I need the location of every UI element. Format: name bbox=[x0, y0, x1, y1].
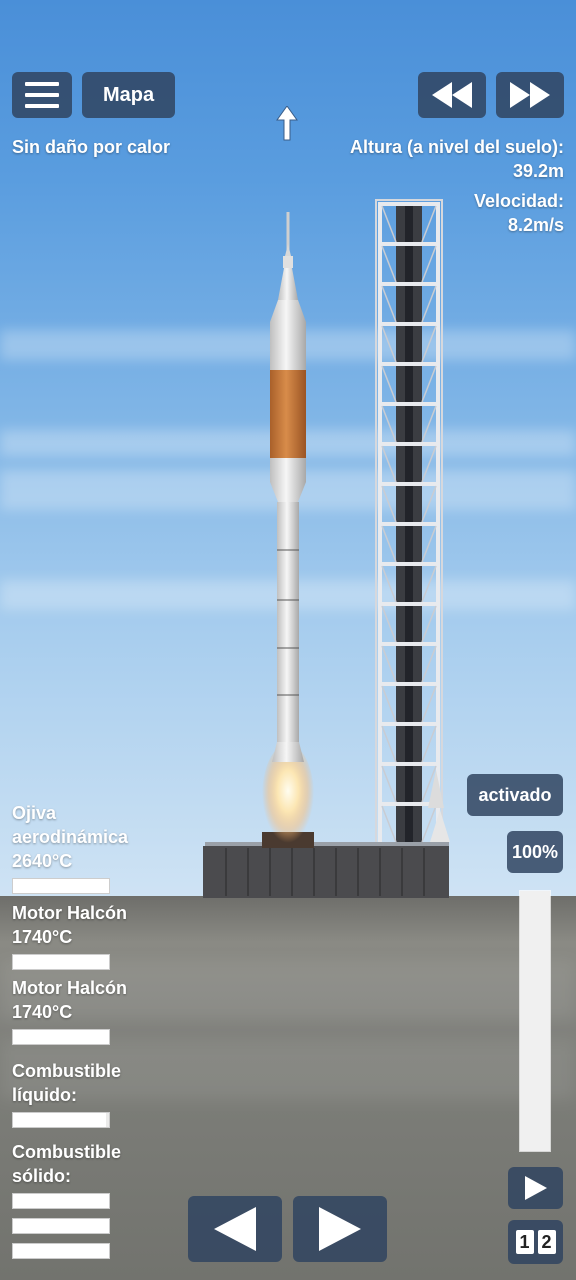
map-button[interactable]: Mapa bbox=[82, 72, 175, 118]
stage-selector-button[interactable]: 1 2 bbox=[508, 1220, 563, 1264]
activated-label: activado bbox=[478, 784, 552, 805]
liquid-fuel-label: líquido: bbox=[12, 1085, 77, 1105]
rewind-button[interactable] bbox=[418, 72, 486, 118]
stage-digit: 1 bbox=[515, 1230, 534, 1254]
part-temperature: 1740°C bbox=[12, 1002, 73, 1022]
part-name: Motor Halcón bbox=[12, 903, 127, 923]
liquid-fuel-label: Combustible bbox=[12, 1061, 122, 1081]
solid-fuel-label: sólido: bbox=[12, 1166, 71, 1186]
velocity-label: Velocidad: bbox=[473, 191, 564, 211]
part-name: Ojiva bbox=[12, 803, 57, 823]
part-heat-bar bbox=[12, 878, 110, 894]
rotate-left-button[interactable] bbox=[188, 1196, 282, 1262]
heat-damage-status: Sin daño por calor bbox=[12, 137, 171, 157]
rotate-right-button[interactable] bbox=[293, 1196, 387, 1262]
part-heat-bar bbox=[12, 954, 110, 970]
launch-tower bbox=[375, 199, 450, 845]
part-temperature: 1740°C bbox=[12, 927, 73, 947]
solid-fuel-label: Combustible bbox=[12, 1142, 122, 1162]
hamburger-icon bbox=[25, 82, 59, 108]
game-scene: Mapa Sin daño por calor Altura (a nivel … bbox=[0, 0, 576, 1280]
triangle-right-icon bbox=[319, 1207, 361, 1251]
throttle-fill bbox=[520, 891, 550, 1151]
throttle-label: 100% bbox=[511, 841, 559, 862]
velocity-value: 8.2m/s bbox=[507, 215, 564, 235]
solid-fuel-bar bbox=[12, 1243, 110, 1259]
stage-activated-button[interactable]: activado bbox=[467, 774, 563, 816]
part-name: Motor Halcón bbox=[12, 978, 127, 998]
menu-button[interactable] bbox=[12, 72, 72, 118]
solid-fuel-bar bbox=[12, 1218, 110, 1234]
throttle-readout: 100% bbox=[507, 831, 563, 873]
play-icon bbox=[524, 1176, 547, 1200]
part-heat-bar bbox=[12, 1029, 110, 1045]
rewind-icon bbox=[432, 82, 472, 108]
throttle-slider[interactable] bbox=[519, 890, 551, 1152]
triangle-left-icon bbox=[214, 1207, 256, 1251]
map-button-label: Mapa bbox=[102, 83, 155, 106]
liquid-fuel-bar bbox=[12, 1112, 110, 1128]
part-name: aerodinámica bbox=[12, 827, 129, 847]
stage-digit: 2 bbox=[537, 1230, 556, 1254]
altitude-label: Altura (a nivel del suelo): bbox=[349, 137, 564, 157]
solid-fuel-bar bbox=[12, 1193, 110, 1209]
rocket bbox=[270, 212, 306, 762]
fast-forward-button[interactable] bbox=[496, 72, 564, 118]
part-temperature: 2640°C bbox=[12, 851, 73, 871]
play-button[interactable] bbox=[508, 1167, 563, 1209]
altitude-value: 39.2m bbox=[512, 161, 564, 181]
fast-forward-icon bbox=[510, 82, 550, 108]
